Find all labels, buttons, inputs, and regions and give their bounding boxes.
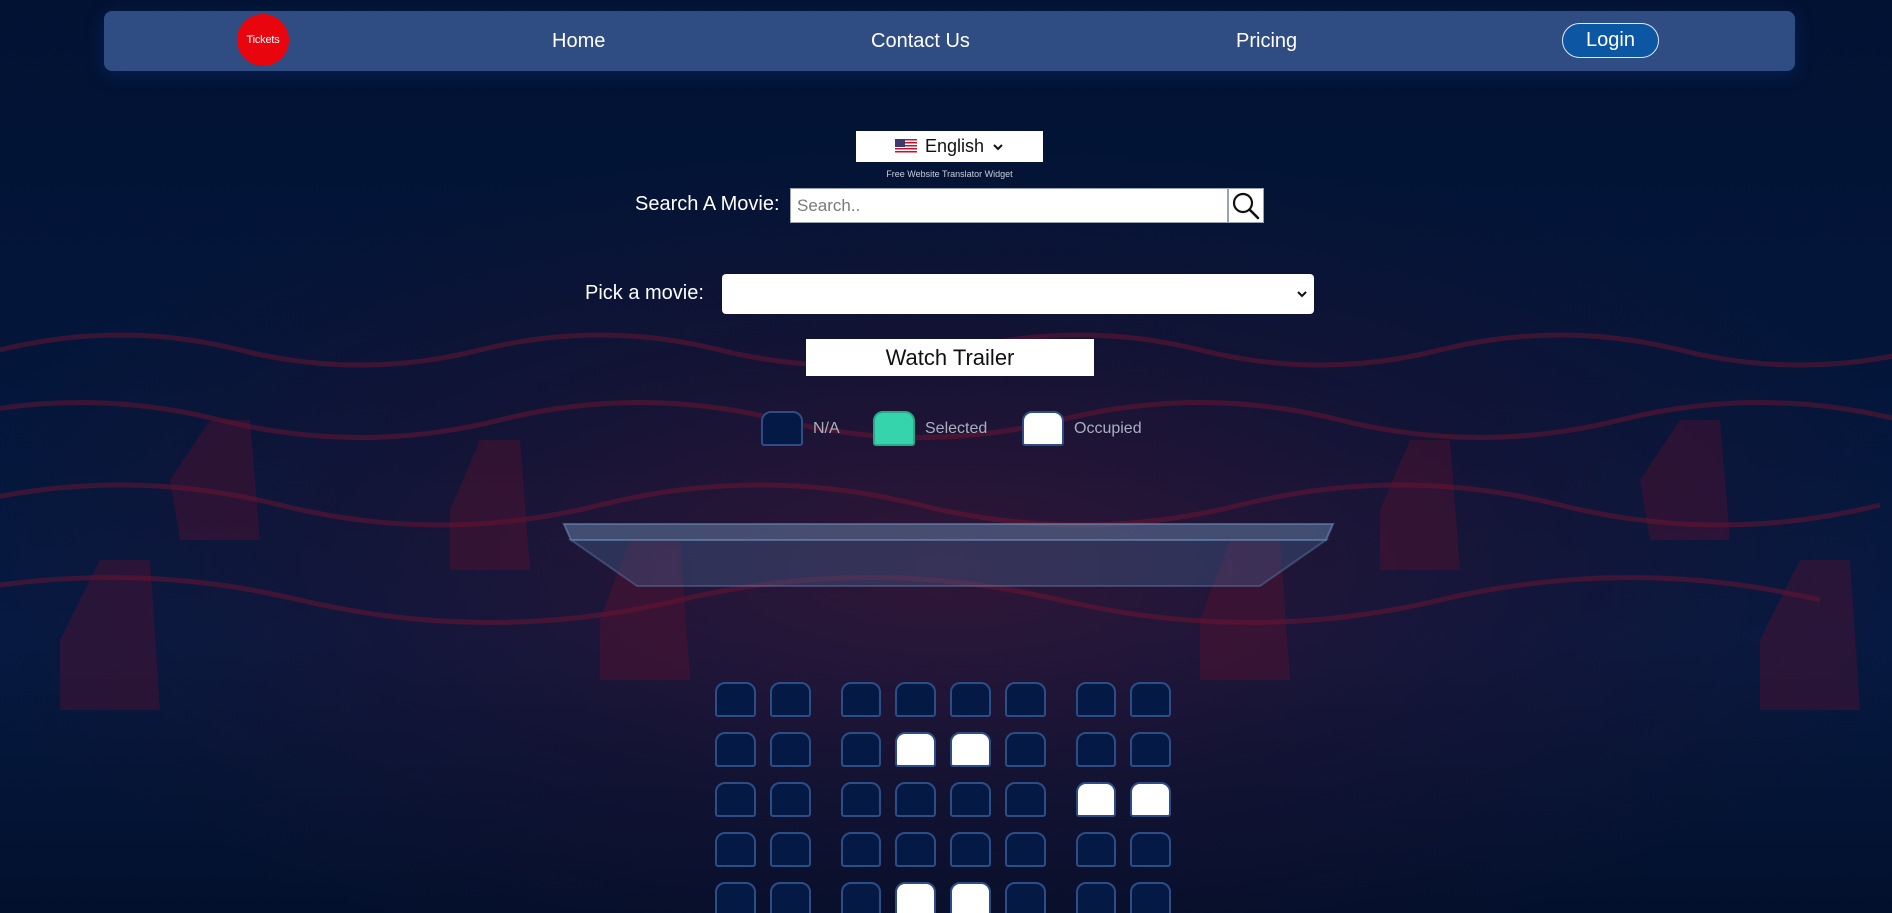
seat-r5-c2[interactable] [769,882,811,913]
seat-r2-c7[interactable] [1075,732,1117,767]
seat-r4-c7[interactable] [1075,832,1117,867]
seat-r5-c8[interactable] [1130,882,1171,913]
language-selector[interactable]: English [856,131,1043,162]
seat-r3-c3[interactable] [840,782,882,817]
seat-r2-c8[interactable] [1130,732,1171,767]
seat-r5-c3[interactable] [840,882,882,913]
legend-label-occupied: Occupied [1074,419,1142,437]
seat-r4-c3[interactable] [840,832,882,867]
seat-row [715,682,1185,717]
language-label: English [924,136,985,156]
seat-r4-c2[interactable] [769,832,811,867]
seat-r1-c3[interactable] [840,682,882,717]
translator-caption[interactable]: Free Website Translator Widget [856,169,1043,179]
seat-r2-c3[interactable] [840,732,882,767]
search-input[interactable] [790,188,1228,223]
legend-selected: Selected [873,410,987,447]
seat-r5-c1[interactable] [715,882,756,913]
seat-r1-c2[interactable] [769,682,811,717]
legend-label-na: N/A [813,419,840,437]
legend-seat-na [761,411,803,446]
seat-r2-c5 [950,732,991,767]
seat-r3-c4[interactable] [895,782,936,817]
legend-occupied: Occupied [1022,410,1142,447]
chevron-down-icon [993,143,1003,150]
seat-r3-c2[interactable] [769,782,811,817]
search-label: Search A Movie: [635,193,780,215]
seat-r5-c4 [895,882,936,913]
seat-r1-c5[interactable] [950,682,991,717]
seat-r1-c1[interactable] [715,682,756,717]
seat-r4-c1[interactable] [715,832,756,867]
us-flag-icon [894,139,917,154]
seat-row [715,732,1185,767]
legend-seat-occupied [1022,411,1064,446]
seat-r3-c8 [1130,782,1171,817]
nav-home-link[interactable]: Home [552,11,605,71]
seat-r4-c4[interactable] [895,832,936,867]
legend-na: N/A [761,410,840,447]
seat-r4-c5[interactable] [950,832,991,867]
seat-r4-c6[interactable] [1004,832,1046,867]
seat-r3-c7 [1075,782,1117,817]
nav-pricing-link[interactable]: Pricing [1236,11,1297,71]
seat-r4-c8[interactable] [1130,832,1171,867]
seat-r3-c6[interactable] [1004,782,1046,817]
seat-row [715,782,1185,817]
search-button[interactable] [1228,188,1264,223]
seat-r5-c6[interactable] [1004,882,1046,913]
legend-seat-selected [873,411,915,446]
nav-contact-link[interactable]: Contact Us [871,11,970,71]
cinema-screen [562,523,1335,587]
seat-r2-c6[interactable] [1004,732,1046,767]
seat-row [715,832,1185,867]
search-icon [1232,192,1260,219]
seat-r1-c7[interactable] [1075,682,1117,717]
login-button[interactable]: Login [1562,23,1659,58]
seat-row [715,882,1185,913]
seat-r3-c5[interactable] [950,782,991,817]
legend-label-selected: Selected [925,419,988,437]
seat-r2-c1[interactable] [715,732,756,767]
watch-trailer-button[interactable]: Watch Trailer [806,339,1094,376]
seat-r2-c2[interactable] [769,732,811,767]
site-logo[interactable]: Tickets [237,14,289,66]
top-navbar: Tickets Home Contact Us Pricing Login [104,11,1795,71]
seat-r2-c4 [895,732,936,767]
seat-r3-c1[interactable] [715,782,756,817]
movie-picker-label: Pick a movie: [585,282,704,304]
seat-map [715,682,1185,913]
seat-r1-c8[interactable] [1130,682,1171,717]
seat-r1-c6[interactable] [1004,682,1046,717]
seat-r5-c5 [950,882,991,913]
seat-r1-c4[interactable] [895,682,936,717]
chevron-down-icon [1297,291,1307,298]
movie-select[interactable] [722,274,1314,314]
seat-r5-c7[interactable] [1075,882,1117,913]
